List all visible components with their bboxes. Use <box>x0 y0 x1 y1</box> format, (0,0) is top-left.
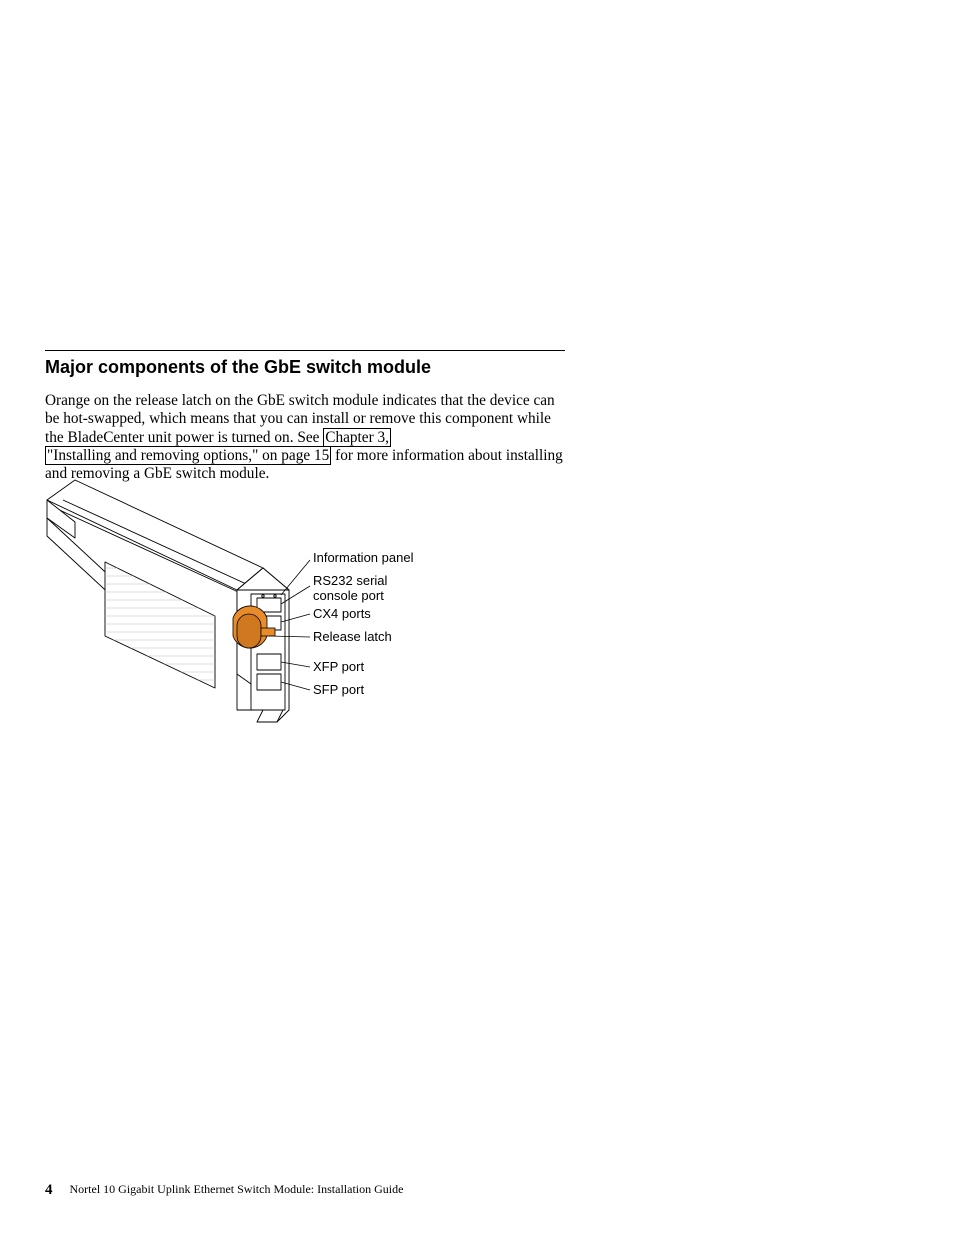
heading-rule <box>45 350 565 351</box>
label-rs232-line2: console port <box>313 588 384 603</box>
paragraph-text-1: Orange on the release latch on the GbE s… <box>45 392 555 446</box>
module-illustration <box>45 478 485 738</box>
label-rs232-line1: RS232 serial <box>313 573 387 588</box>
body-paragraph: Orange on the release latch on the GbE s… <box>45 392 565 484</box>
label-xfp-port: XFP port <box>313 660 364 675</box>
cross-ref-link-2[interactable]: "Installing and removing options," on pa… <box>45 446 331 465</box>
label-release-latch: Release latch <box>313 630 392 645</box>
label-sfp-port: SFP port <box>313 683 364 698</box>
footer-title: Nortel 10 Gigabit Uplink Ethernet Switch… <box>70 1182 404 1196</box>
page-footer: 4 Nortel 10 Gigabit Uplink Ethernet Swit… <box>45 1182 403 1199</box>
label-rs232: RS232 serial console port <box>313 574 387 604</box>
label-cx4-ports: CX4 ports <box>313 607 371 622</box>
page-number: 4 <box>45 1182 53 1198</box>
label-information-panel: Information panel <box>313 551 413 566</box>
section-heading: Major components of the GbE switch modul… <box>45 357 565 378</box>
cross-ref-link-1[interactable]: Chapter 3, <box>323 428 391 447</box>
switch-module-diagram: Information panel RS232 serial console p… <box>45 478 485 738</box>
